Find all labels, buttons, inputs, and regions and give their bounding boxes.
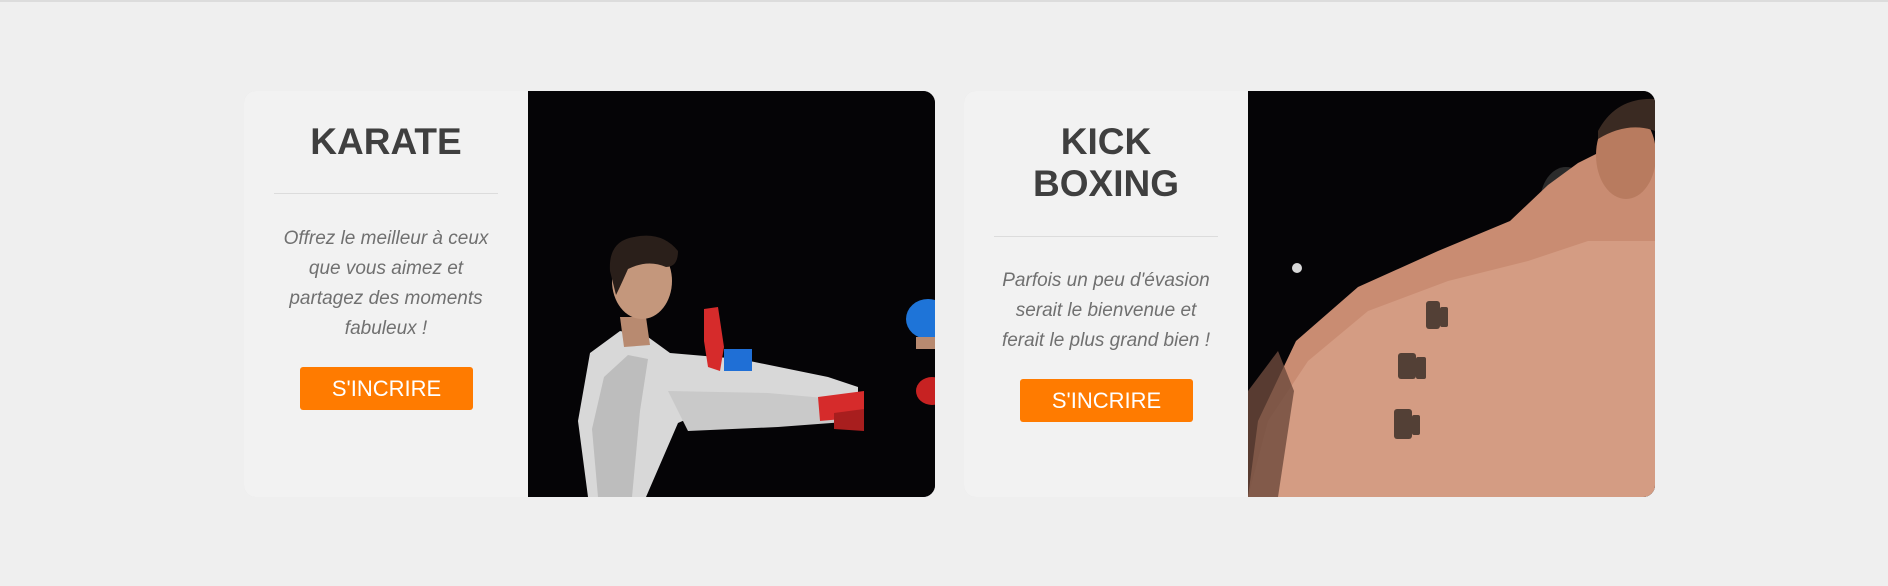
- karate-fighter-illustration: [528, 91, 935, 497]
- kickboxing-photo: [1248, 91, 1655, 497]
- card-description: Parfois un peu d'évasion serait le bienv…: [1001, 270, 1211, 351]
- kickboxer-back-illustration: [1248, 91, 1655, 497]
- card-title: KICK BOXING: [1033, 121, 1179, 204]
- card-text-panel: KARATE Offrez le meilleur à ceux que vou…: [244, 91, 528, 497]
- signup-button-kickboxing[interactable]: S'INCRIRE: [1020, 379, 1193, 422]
- card-divider: [994, 236, 1218, 237]
- card-divider: [274, 193, 498, 194]
- page: KARATE Offrez le meilleur à ceux que vou…: [0, 0, 1888, 586]
- card-karate: KARATE Offrez le meilleur à ceux que vou…: [244, 91, 935, 497]
- card-description: Offrez le meilleur à ceux que vous aimez…: [283, 228, 489, 339]
- card-text-panel: KICK BOXING Parfois un peu d'évasion ser…: [964, 91, 1248, 497]
- card-kickboxing: KICK BOXING Parfois un peu d'évasion ser…: [964, 91, 1655, 497]
- signup-button-karate[interactable]: S'INCRIRE: [300, 367, 473, 410]
- top-divider: [0, 0, 1888, 2]
- karate-photo: [528, 91, 935, 497]
- card-title: KARATE: [310, 121, 462, 162]
